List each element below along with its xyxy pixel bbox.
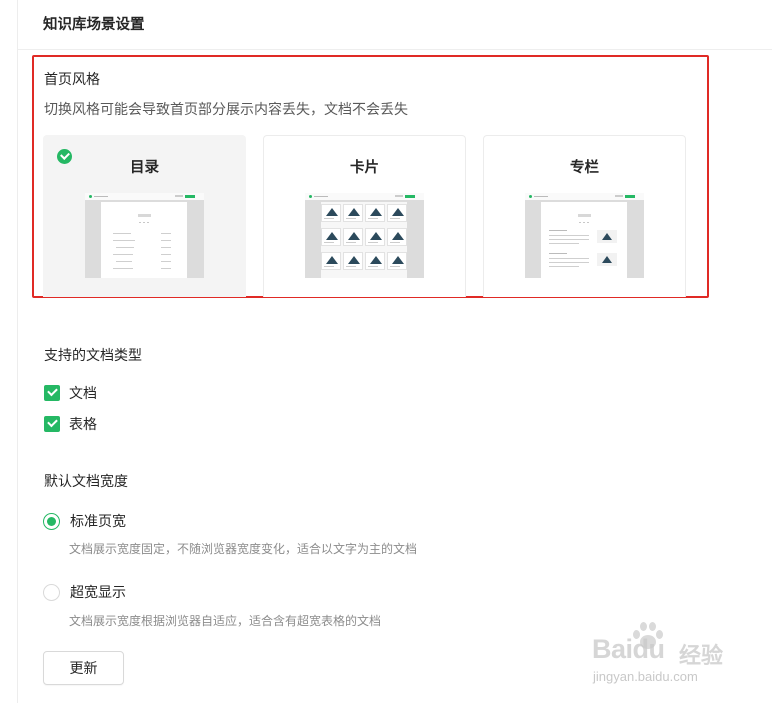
radio-label: 超宽显示	[70, 585, 126, 601]
checkbox-sheet[interactable]: 表格	[44, 415, 97, 433]
radio-standard-width[interactable]: 标准页宽	[43, 511, 126, 531]
radio-unchecked-icon[interactable]	[43, 583, 60, 601]
update-button[interactable]: 更新	[43, 651, 124, 685]
checkbox-doc[interactable]: 文档	[44, 384, 97, 402]
style-option-column[interactable]: 专栏	[483, 135, 686, 297]
style-option-label: 专栏	[570, 160, 599, 176]
checkbox-checked-icon[interactable]	[44, 416, 60, 432]
radio-description: 文档展示宽度固定，不随浏览器宽度变化，适合以文字为主的文档	[69, 542, 418, 556]
catalog-preview-thumbnail	[85, 193, 204, 278]
watermark-jingyan: 经验	[679, 644, 724, 669]
radio-description: 文档展示宽度根据浏览器自适应，适合含有超宽表格的文档	[69, 614, 382, 628]
checkbox-label: 表格	[69, 417, 97, 433]
watermark-url: jingyan.baidu.com	[593, 669, 698, 684]
left-divider	[17, 0, 18, 703]
homepage-style-description: 切换风格可能会导致首页部分展示内容丢失，文档不会丢失	[44, 102, 408, 118]
doc-width-title: 默认文档宽度	[44, 474, 128, 490]
column-preview-thumbnail	[525, 193, 644, 278]
watermark-logo: Baidu	[592, 634, 665, 664]
homepage-style-title: 首页风格	[44, 72, 100, 88]
radio-extra-wide[interactable]: 超宽显示	[43, 582, 126, 602]
style-option-card[interactable]: 卡片	[263, 135, 466, 297]
doc-types-title: 支持的文档类型	[44, 348, 142, 364]
style-option-label: 目录	[130, 160, 159, 176]
page-title: 知识库场景设置	[43, 17, 145, 33]
baidu-watermark: Baidu 经验 jingyan.baidu.com	[592, 620, 742, 690]
checkbox-checked-icon[interactable]	[44, 385, 60, 401]
card-preview-thumbnail	[305, 193, 424, 278]
page-header: 知识库场景设置	[18, 0, 772, 50]
radio-label: 标准页宽	[70, 514, 126, 530]
radio-checked-icon[interactable]	[43, 512, 60, 530]
style-option-catalog[interactable]: 目录	[43, 135, 246, 297]
style-option-label: 卡片	[350, 160, 379, 176]
checkbox-label: 文档	[69, 386, 97, 402]
